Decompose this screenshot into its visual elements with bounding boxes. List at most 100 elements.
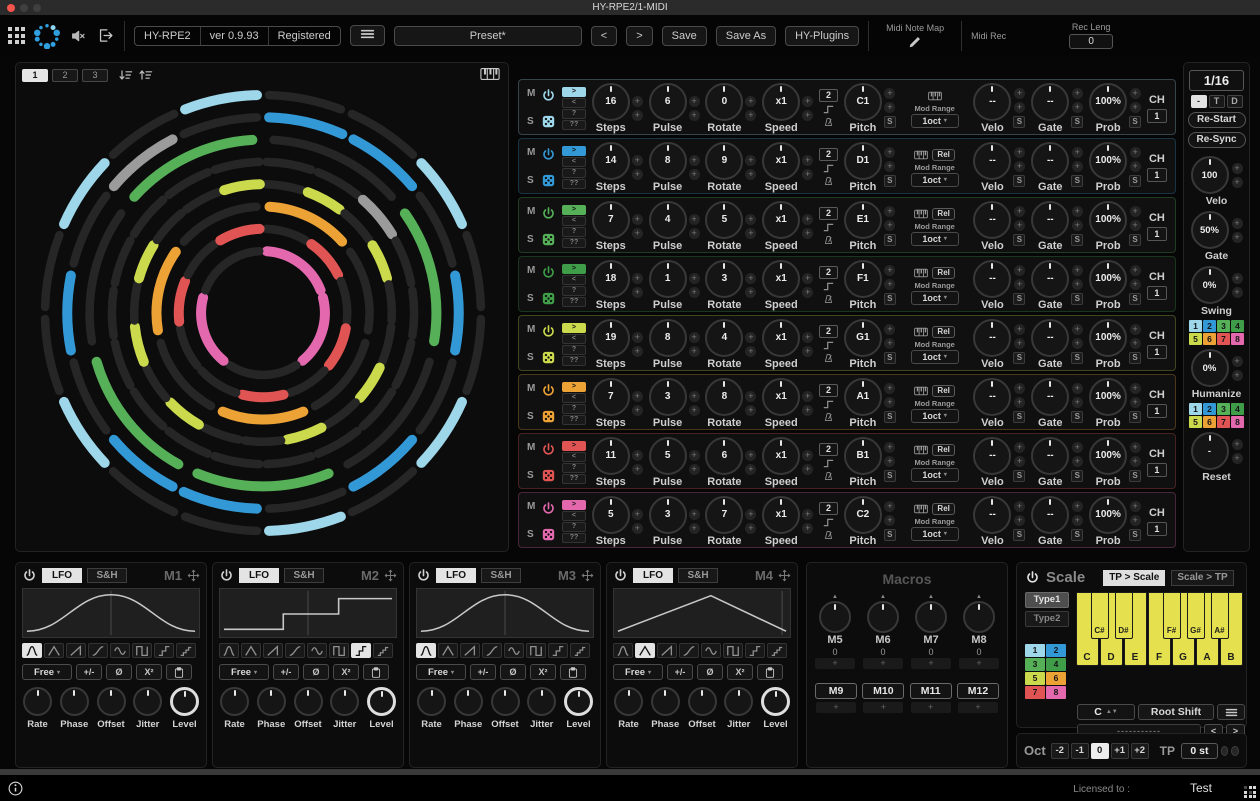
decrement-button[interactable]: + [802, 110, 813, 121]
tp-to-scale-tab[interactable]: TP > Scale [1103, 570, 1165, 586]
ring-4-step-17[interactable] [169, 172, 208, 195]
gate-mode-icon[interactable] [822, 399, 835, 410]
mute-button[interactable]: M [527, 443, 535, 453]
waveshape-button-3[interactable] [460, 643, 480, 658]
gate-mode-icon[interactable] [822, 281, 835, 292]
gate-knob[interactable]: -- [1031, 496, 1069, 534]
accent-icon[interactable] [823, 353, 834, 363]
decrement-button[interactable]: + [1072, 456, 1083, 467]
gate-global[interactable]: 50% [1191, 211, 1229, 249]
increment-button[interactable]: + [632, 450, 643, 461]
direction-button-qq[interactable]: ?? [562, 120, 586, 130]
solo-button[interactable]: S [527, 353, 535, 363]
pitch-knob[interactable]: F1 [844, 260, 882, 298]
rel-button[interactable]: Rel [932, 385, 954, 397]
decrement-button[interactable]: + [745, 464, 756, 475]
increment-button[interactable]: + [884, 147, 895, 158]
direction-button->[interactable]: > [562, 382, 586, 392]
velo-knob[interactable]: -- [973, 83, 1011, 121]
waveshape-button-6[interactable] [329, 643, 349, 658]
ring-1-step-9[interactable] [185, 517, 257, 531]
direction-button-qq[interactable]: ?? [562, 415, 586, 425]
macro-assign-button[interactable]: + [911, 702, 951, 713]
accent-icon[interactable] [823, 412, 834, 422]
sh-tab[interactable]: S&H [678, 568, 718, 583]
s-mod-button[interactable]: S [1013, 175, 1025, 187]
increment-button[interactable]: + [632, 273, 643, 284]
pulse-knob[interactable]: 8 [649, 319, 687, 357]
ring-1-step-16[interactable] [185, 95, 257, 109]
speed-knob[interactable]: x1 [762, 378, 800, 416]
increment-button[interactable]: + [1072, 147, 1083, 158]
decrement-button[interactable]: + [1014, 102, 1025, 113]
ring-4-step-18[interactable] [215, 162, 259, 170]
macro-m5-knob[interactable] [819, 601, 851, 633]
dice-icon[interactable] [542, 469, 555, 482]
direction-button->[interactable]: > [562, 205, 586, 215]
increment-button[interactable]: + [1014, 501, 1025, 512]
rotate-knob[interactable]: 3 [705, 260, 743, 298]
prob-knob[interactable]: 100% [1089, 319, 1127, 357]
velo-knob[interactable]: -- [973, 142, 1011, 180]
gate-mode-icon[interactable] [822, 458, 835, 469]
direction-button-q[interactable]: ? [562, 168, 586, 178]
decrement-button[interactable]: + [689, 110, 700, 121]
ch-value[interactable]: 1 [1147, 522, 1167, 536]
sort-ascending-icon[interactable] [138, 68, 154, 82]
ring-7-step-9[interactable] [179, 281, 185, 322]
ring-7-step-8[interactable] [180, 328, 197, 365]
pulse-knob[interactable]: 1 [649, 260, 687, 298]
gate-knob[interactable]: -- [1031, 142, 1069, 180]
accent-icon[interactable] [823, 471, 834, 481]
gate-mode-icon[interactable] [822, 340, 835, 351]
lfo-mod-button-Ø[interactable]: Ø [106, 664, 132, 680]
macro-m9-button[interactable]: M9 [815, 683, 857, 699]
steps-knob[interactable]: 18 [592, 260, 630, 298]
dice-icon[interactable] [542, 233, 555, 246]
decrement-button[interactable]: + [632, 287, 643, 298]
ring-4-step-2[interactable] [318, 172, 357, 195]
decrement-button[interactable]: + [745, 287, 756, 298]
s-mod-button[interactable]: S [1071, 411, 1083, 423]
decrement-button[interactable]: + [632, 405, 643, 416]
lfo-mod-button-+/-[interactable]: +/- [667, 664, 693, 680]
velo-knob[interactable]: -- [973, 378, 1011, 416]
decrement-button[interactable]: + [802, 464, 813, 475]
gate-mode-icon[interactable] [822, 222, 835, 233]
speed-knob[interactable]: x1 [762, 319, 800, 357]
lfo-rate-knob[interactable] [23, 687, 52, 716]
lfo-jitter-knob[interactable] [330, 687, 359, 716]
prob-knob[interactable]: 100% [1089, 83, 1127, 121]
save-button[interactable]: Save [662, 26, 707, 46]
track-select-3[interactable]: 3 [1217, 320, 1230, 332]
solo-button[interactable]: S [527, 294, 535, 304]
waveshape-button-8[interactable] [570, 643, 590, 658]
ring-7-step-2[interactable] [311, 244, 338, 275]
lfo-tab[interactable]: LFO [633, 568, 673, 583]
oct-button-0[interactable]: 0 [1091, 743, 1109, 759]
direction-button-<[interactable]: < [562, 452, 586, 462]
waveshape-button-5[interactable] [701, 643, 721, 658]
increment-button[interactable]: + [1014, 265, 1025, 276]
track-power-icon[interactable] [541, 147, 556, 162]
ring-6-step-2[interactable] [350, 252, 369, 330]
pulse-knob[interactable]: 3 [649, 496, 687, 534]
lfo-level-knob[interactable] [761, 687, 790, 716]
s-mod-button[interactable]: S [884, 411, 896, 423]
rel-button[interactable]: Rel [932, 503, 954, 515]
range-value-box[interactable]: 2 [819, 266, 838, 279]
ring-1-step-12[interactable] [45, 319, 59, 391]
scale-track-3[interactable]: 3 [1025, 658, 1045, 671]
grid-tab-3[interactable]: 3 [82, 69, 108, 82]
sort-descending-icon[interactable] [118, 68, 134, 82]
range-value-box[interactable]: 2 [819, 502, 838, 515]
increment-button[interactable]: + [1232, 439, 1243, 450]
tp-decrement-button[interactable] [1221, 746, 1229, 756]
speed-knob[interactable]: x1 [762, 260, 800, 298]
ch-value[interactable]: 1 [1147, 345, 1167, 359]
lfo-mod-button-X²[interactable]: X² [136, 664, 162, 680]
waveshape-button-6[interactable] [723, 643, 743, 658]
waveshape-button-4[interactable] [285, 643, 305, 658]
s-mod-button[interactable]: S [1013, 116, 1025, 128]
ring-8-step-4[interactable] [201, 298, 223, 361]
